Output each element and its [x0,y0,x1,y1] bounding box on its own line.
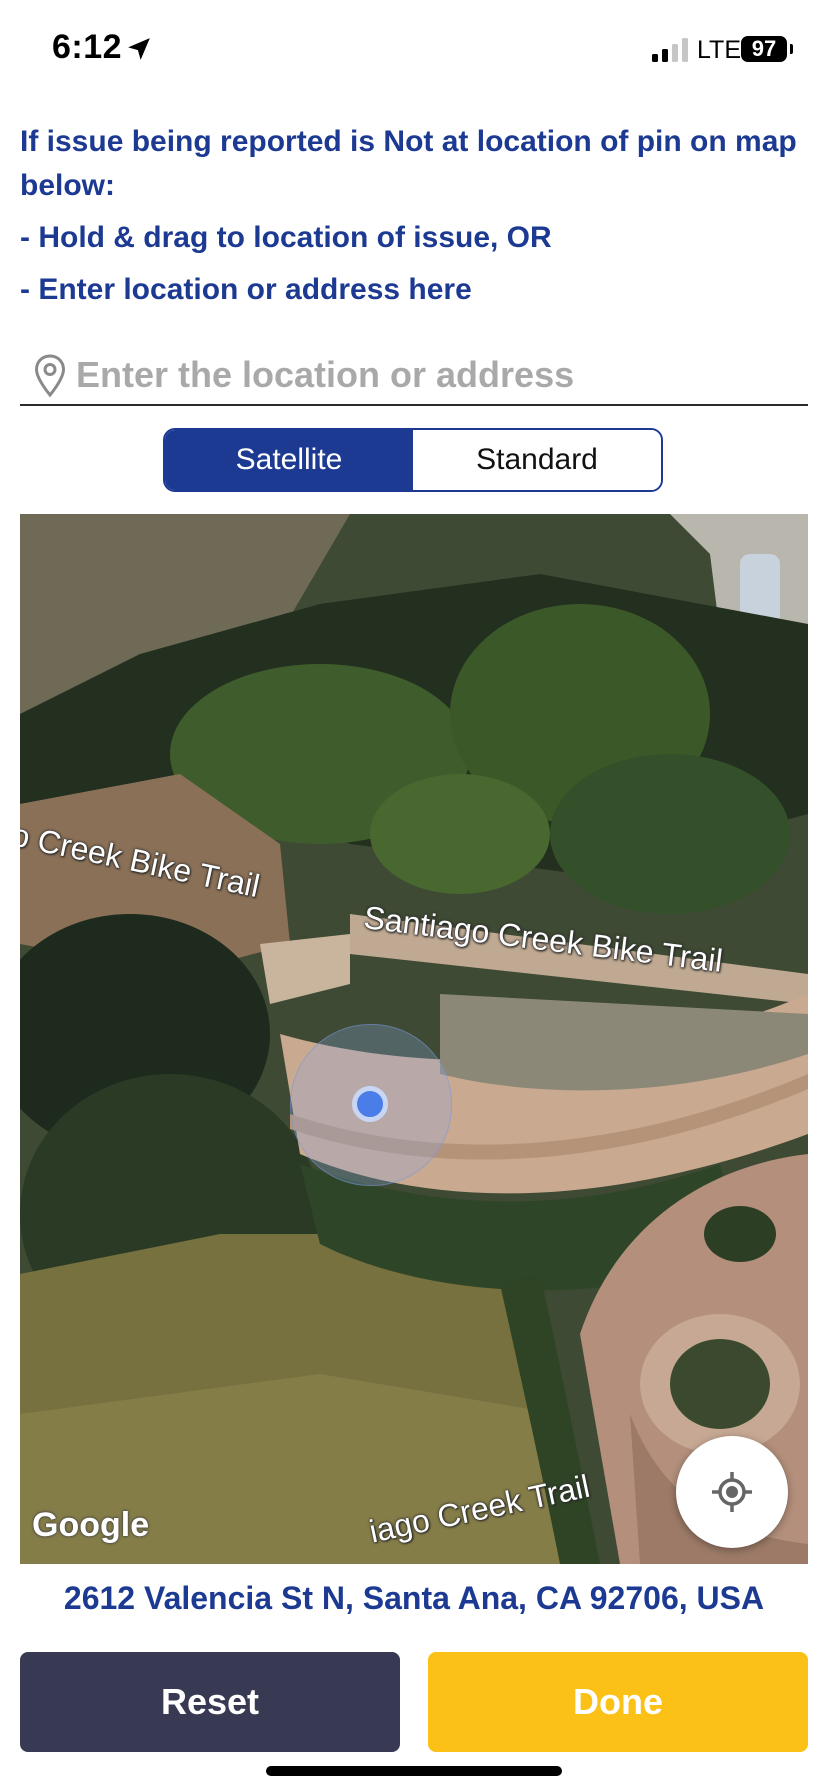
location-search [20,348,808,406]
current-location-dot[interactable] [352,1086,388,1122]
instruction-line-1: If issue being reported is Not at locati… [20,125,797,202]
location-search-input[interactable] [74,348,798,402]
done-button[interactable]: Done [428,1652,808,1752]
google-attribution: Google [32,1506,150,1544]
battery-tip [790,44,793,54]
network-type: LTE [697,36,741,64]
map-type-toggle: Satellite Standard [163,428,663,492]
standard-tab[interactable]: Standard [413,430,661,490]
satellite-tab[interactable]: Satellite [165,430,413,490]
instruction-line-2: - Hold & drag to location of issue, OR [20,221,552,254]
status-bar: 6:12 LTE 97 [0,0,828,100]
battery-indicator: 97 [741,36,787,62]
home-indicator [266,1766,562,1776]
cellular-signal-icon [652,38,688,62]
map-pin-icon [34,354,66,398]
instructions: If issue being reported is Not at locati… [20,120,810,312]
status-time: 6:12 [52,28,123,66]
location-arrow-icon [128,38,150,60]
locate-me-button[interactable] [676,1436,788,1548]
map-view[interactable]: o Creek Bike Trail Santiago Creek Bike T… [20,514,808,1564]
reset-button[interactable]: Reset [20,1652,400,1752]
my-location-icon [712,1472,752,1512]
instruction-line-3: - Enter location or address here [20,273,472,306]
selected-address: 2612 Valencia St N, Santa Ana, CA 92706,… [63,1580,765,1616]
